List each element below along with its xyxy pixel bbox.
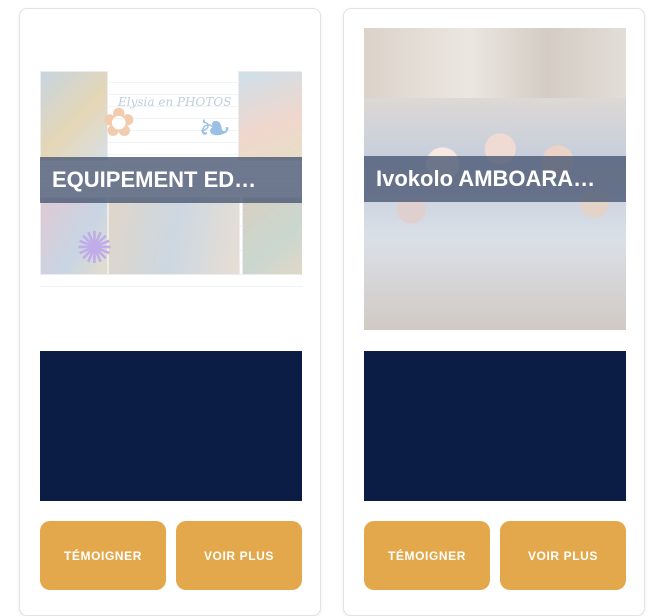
project-title[interactable]: EQUIPEMENT ED…: [40, 157, 302, 203]
temoigner-button[interactable]: TÉMOIGNER: [40, 521, 166, 590]
video-placeholder[interactable]: [364, 351, 626, 501]
project-card: ✿ ❧ ✺ Elysia en PHOTOS EQUIPEMENT ED… TÉ…: [19, 8, 321, 616]
project-image[interactable]: ✿ ❧ ✺ Elysia en PHOTOS EQUIPEMENT ED…: [40, 71, 302, 295]
temoigner-button[interactable]: TÉMOIGNER: [364, 521, 490, 590]
image-caption: Elysia en PHOTOS: [118, 95, 232, 109]
project-title[interactable]: Ivokolo AMBOARA…: [364, 156, 626, 202]
collage-tile: [40, 71, 108, 161]
project-card: Ivokolo AMBOARA… TÉMOIGNER VOIR PLUS: [343, 8, 645, 616]
project-image[interactable]: Ivokolo AMBOARA…: [364, 28, 626, 330]
collage-tile: [108, 197, 240, 275]
flower-decoration-icon: ✿: [102, 101, 136, 145]
voir-plus-button[interactable]: VOIR PLUS: [176, 521, 302, 590]
voir-plus-button[interactable]: VOIR PLUS: [500, 521, 626, 590]
brush-stroke-icon: ❧: [198, 107, 232, 151]
flower-decoration-icon: ✺: [76, 224, 113, 273]
collage-tile: [242, 197, 302, 275]
collage-tile: [238, 71, 302, 161]
video-placeholder[interactable]: [40, 351, 302, 501]
photo-background-building: [364, 28, 626, 98]
